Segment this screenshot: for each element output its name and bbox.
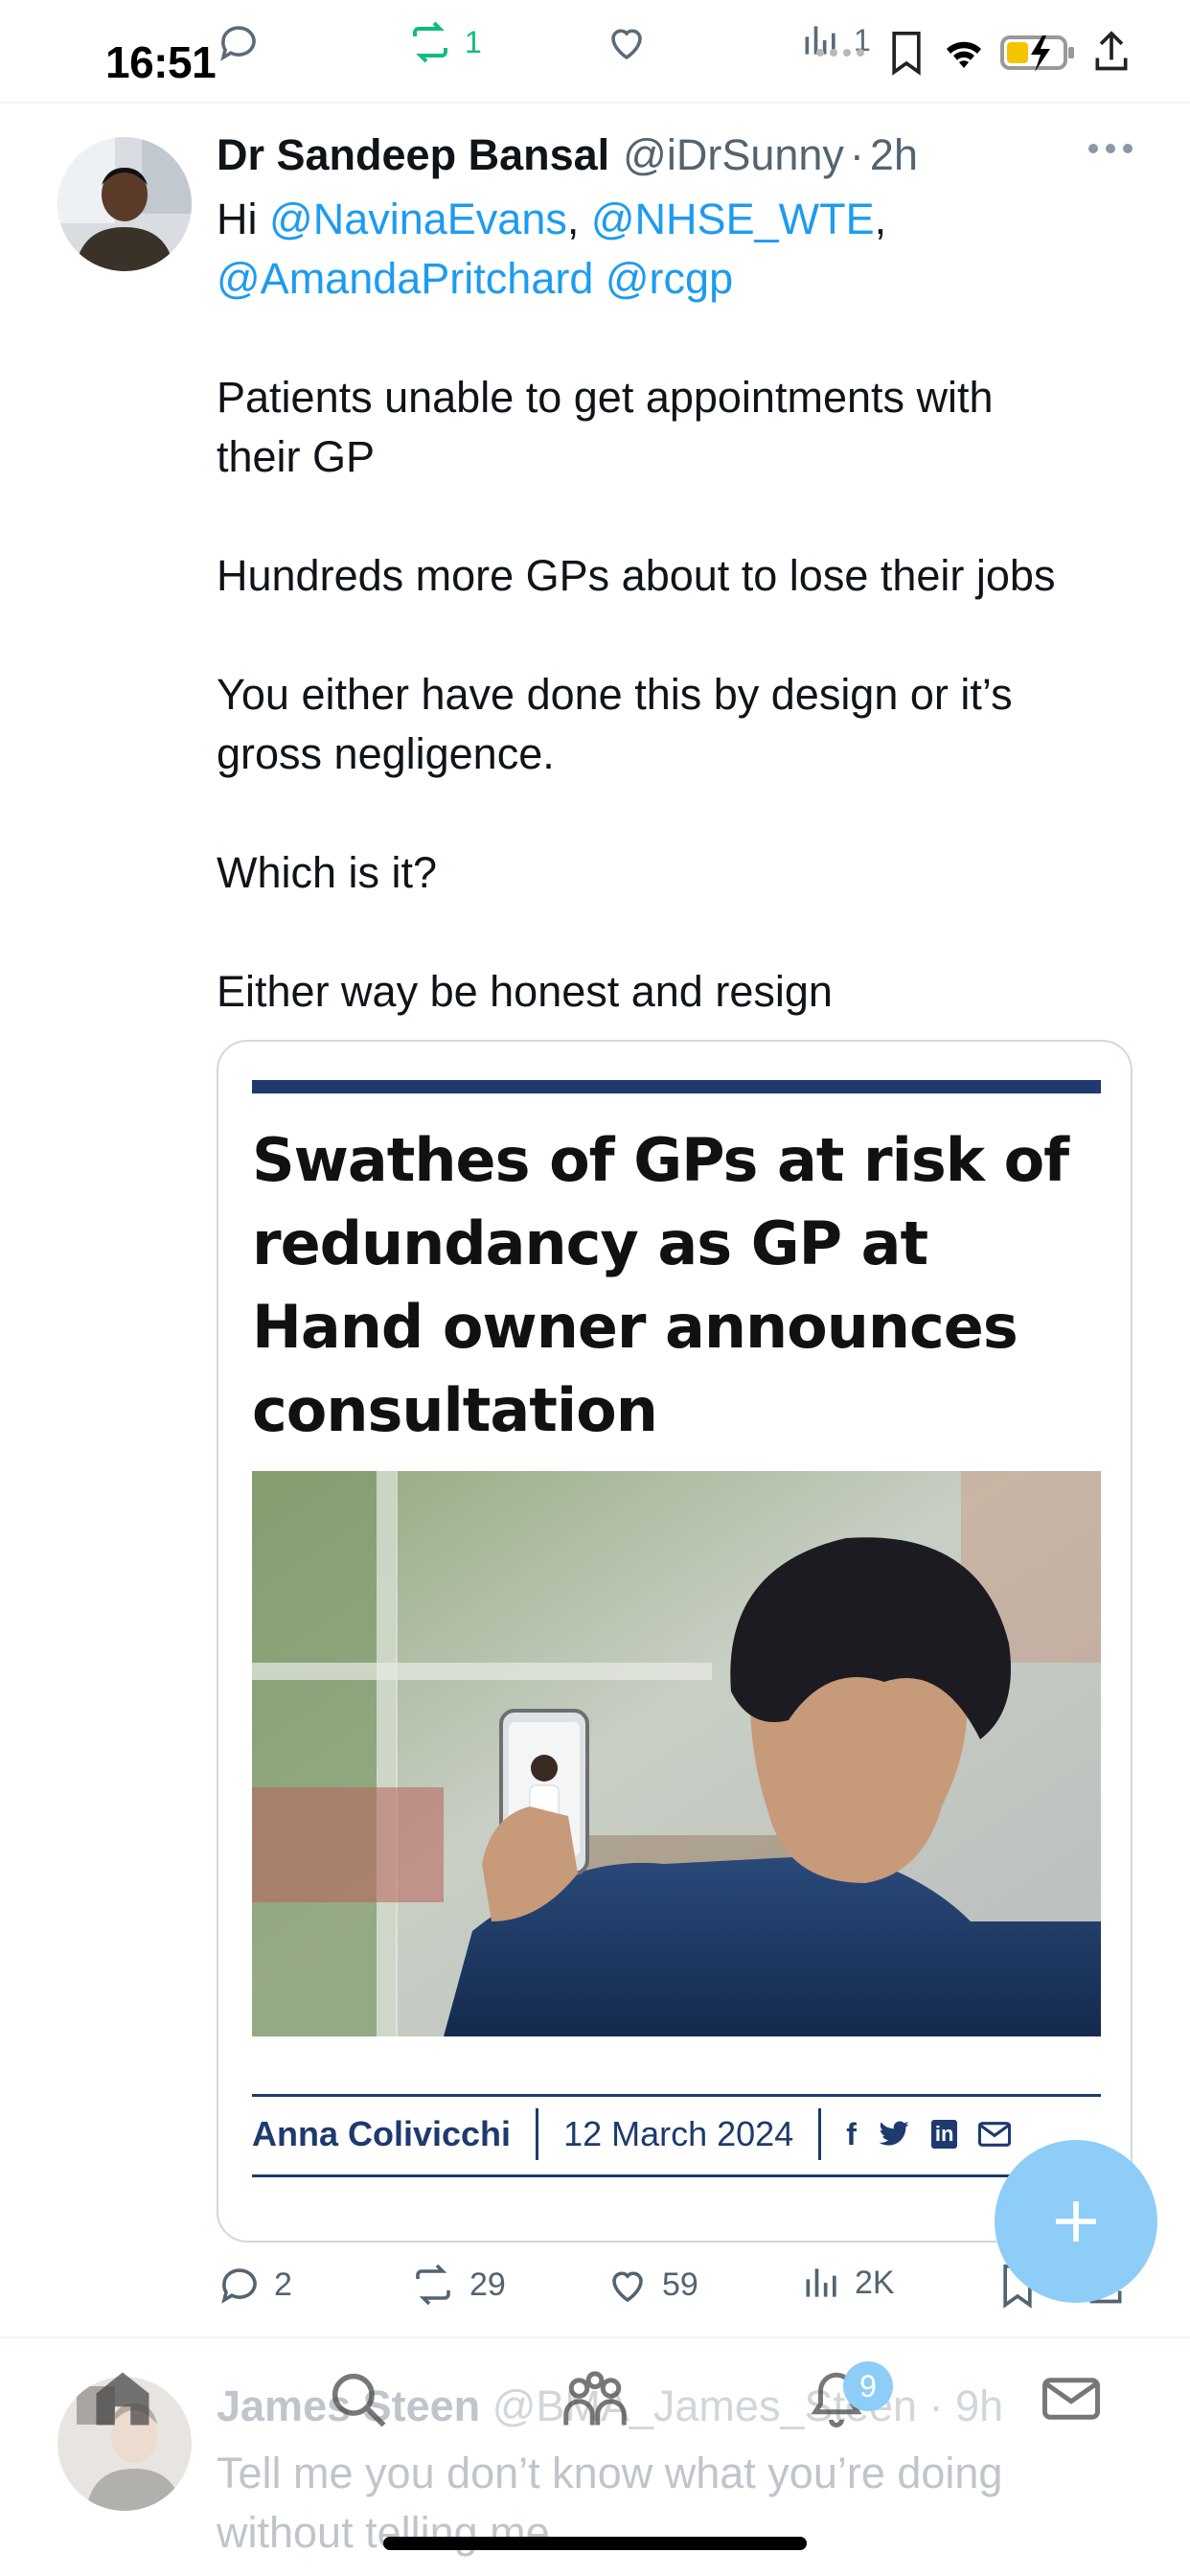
- mention-link[interactable]: @AmandaPritchard: [217, 254, 593, 303]
- search-tab[interactable]: [326, 2367, 389, 2435]
- retweet-icon: [416, 2264, 450, 2306]
- tweet-paragraph: Either way be honest and resign: [217, 967, 833, 1016]
- messages-tab[interactable]: [1040, 2367, 1103, 2435]
- mention-link[interactable]: @NavinaEvans: [269, 195, 567, 243]
- home-icon: [96, 2372, 149, 2426]
- tweet-text: Hi @NavinaEvans, @NHSE_WTE, @AmandaPritc…: [217, 190, 1136, 1022]
- like-icon[interactable]: [604, 19, 650, 65]
- card-top-rule: [252, 1080, 1101, 1093]
- tweet-time[interactable]: 2h: [870, 130, 918, 180]
- views-button[interactable]: 2K: [801, 2262, 895, 2304]
- mail-icon: [1042, 2378, 1100, 2420]
- communities-tab[interactable]: [561, 2367, 629, 2435]
- status-icons: [816, 29, 1133, 77]
- twitter-bird-icon: [879, 2121, 909, 2146]
- retweet-count-prev[interactable]: 1: [407, 19, 482, 65]
- tweet-paragraph: Which is it?: [217, 848, 438, 897]
- battery-icon: [1000, 35, 1074, 72]
- tweet-paragraph: Hundreds more GPs about to lose their jo…: [217, 551, 1056, 600]
- wifi-icon: [947, 41, 981, 68]
- bottom-nav: [0, 2358, 1190, 2463]
- communities-icon: [563, 2371, 627, 2426]
- email-icon: [978, 2122, 1012, 2147]
- home-tab[interactable]: [91, 2367, 154, 2435]
- share-icon-prev: [1095, 31, 1128, 71]
- compose-tweet-button[interactable]: [995, 2140, 1157, 2303]
- comma: ,: [566, 195, 580, 243]
- greeting: Hi: [217, 195, 258, 243]
- card-headline: Swathes of GPs at risk of redundancy as …: [252, 1125, 1069, 1445]
- plus-icon: [1056, 2201, 1096, 2242]
- tweet-actions: 2 29 59 2K: [217, 2262, 1136, 2319]
- signal-dots: [816, 49, 864, 57]
- byline-author: Anna Colivicchi: [252, 2114, 512, 2153]
- byline-date: 12 March 2024: [563, 2114, 794, 2153]
- mention-link[interactable]: @NHSE_WTE: [591, 195, 875, 243]
- byline-rule: [252, 2094, 1101, 2097]
- status-time: 16:51: [105, 37, 217, 87]
- mention-link[interactable]: @rcgp: [606, 254, 733, 303]
- separator: ·: [849, 130, 864, 179]
- author-handle[interactable]: @iDrSunny: [623, 130, 844, 180]
- reply-icon[interactable]: [216, 19, 262, 65]
- social-links: f in: [846, 2116, 1012, 2152]
- byline-rule: [252, 2174, 1101, 2177]
- reply-icon: [221, 2268, 257, 2304]
- article-photo: [252, 1471, 1101, 2036]
- like-button[interactable]: 59: [605, 2262, 698, 2308]
- media-card[interactable]: Swathes of GPs at risk of redundancy as …: [217, 1040, 1133, 2242]
- home-indicator: [383, 2537, 807, 2550]
- tweet-paragraph: Patients unable to get appointments with…: [217, 373, 994, 481]
- facebook-icon: f: [846, 2116, 857, 2151]
- bookmark-icon-prev: [892, 32, 921, 76]
- notification-badge: 9: [843, 2361, 893, 2411]
- avatar[interactable]: [57, 137, 192, 271]
- author-name[interactable]: Dr Sandeep Bansal: [217, 130, 609, 180]
- views-icon: [806, 2268, 836, 2297]
- reply-button[interactable]: 2: [217, 2262, 292, 2308]
- search-icon: [332, 2373, 386, 2427]
- like-icon: [612, 2271, 643, 2303]
- divider: [0, 102, 1190, 104]
- mention-line: Hi @NavinaEvans, @NHSE_WTE, @AmandaPritc…: [217, 190, 1136, 309]
- article-byline: Anna Colivicchi 12 March 2024 f in: [252, 2105, 1101, 2163]
- more-options-icon[interactable]: [1088, 144, 1133, 153]
- retweet-icon: [413, 21, 447, 63]
- tweet-paragraph: You either have done this by design or i…: [217, 670, 1013, 778]
- retweet-button[interactable]: 29: [408, 2262, 506, 2308]
- tweet-header: Dr Sandeep Bansal @iDrSunny · 2h: [217, 130, 918, 180]
- linkedin-icon: in: [930, 2120, 958, 2149]
- comma: ,: [874, 195, 887, 243]
